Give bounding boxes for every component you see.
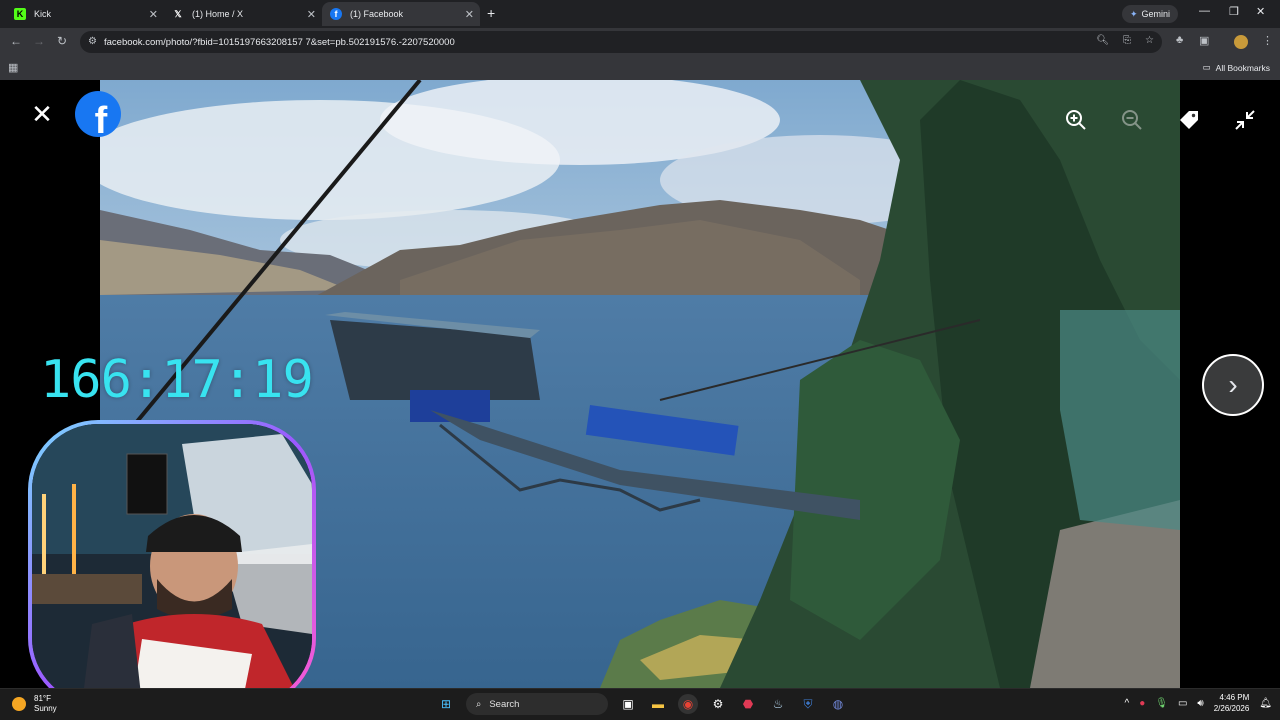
sidepanel-icon[interactable]: ▣ [1199, 34, 1209, 47]
tag-icon[interactable] [1177, 108, 1201, 132]
tab-strip: K Kick ✕ 𝕏 (1) Home / X ✕ f (1) Facebook… [0, 0, 1280, 28]
close-icon[interactable]: ✕ [465, 8, 474, 21]
new-tab-button[interactable]: + [487, 5, 495, 21]
photo-viewer: ✕ f › 166:17:19 [0, 80, 1280, 688]
search-icon: ⌕ [476, 698, 482, 710]
clock[interactable]: 4:46 PM 2/26/2026 [1214, 692, 1250, 714]
chrome-icon[interactable]: ◉ [678, 694, 698, 714]
restore-button[interactable]: ❐ [1229, 5, 1239, 18]
next-photo-button[interactable]: › [1202, 354, 1264, 416]
window-close-button[interactable]: ✕ [1256, 5, 1265, 18]
facebook-logo[interactable]: f [75, 91, 121, 137]
exit-fullscreen-icon[interactable] [1233, 108, 1257, 132]
tray-app-icon[interactable]: ● [1139, 698, 1145, 709]
maps-pin-icon[interactable]: ⬣ [738, 694, 758, 714]
settings-app-icon[interactable]: ⚙ [708, 694, 728, 714]
tab-facebook[interactable]: f (1) Facebook ✕ [322, 2, 480, 26]
kick-icon: K [14, 8, 26, 20]
address-bar[interactable]: ⚙ facebook.com/photo/?fbid=1015197663208… [80, 31, 1162, 53]
network-icon[interactable]: ▭ [1178, 698, 1187, 709]
extensions-icon[interactable]: ♣ [1176, 34, 1183, 46]
all-bookmarks-button[interactable]: ▭ All Bookmarks [1203, 62, 1270, 73]
task-view-icon[interactable]: ▣ [618, 694, 638, 714]
stream-timer: 166:17:19 [40, 350, 314, 410]
windows-taskbar: 81°F Sunny ⊞ ⌕ Search ▣ ▬ ◉ ⚙ ⬣ ♨ ⛨ ◍ ^ … [0, 688, 1280, 720]
x-icon: 𝕏 [174, 8, 182, 19]
bookmarks-bar: ▦ ▭ All Bookmarks [0, 56, 1280, 80]
close-viewer-button[interactable]: ✕ [30, 101, 54, 127]
bookmark-star-icon[interactable]: ☆ [1145, 35, 1154, 46]
zoom-in-icon[interactable] [1064, 108, 1088, 132]
cast-icon[interactable]: ⎘ [1123, 35, 1131, 46]
forward-button[interactable]: → [33, 34, 45, 48]
close-icon[interactable]: ✕ [307, 8, 316, 21]
weather-temperature: 81°F [34, 694, 51, 703]
tab-x[interactable]: 𝕏 (1) Home / X ✕ [164, 2, 322, 26]
chevron-right-icon: › [1228, 369, 1238, 400]
webcam-overlay [28, 420, 316, 688]
zoom-out-icon[interactable] [1120, 108, 1144, 132]
streamer-webcam-image [32, 424, 312, 688]
sun-icon [12, 697, 26, 711]
tab-label: (1) Facebook [350, 9, 404, 19]
volume-icon[interactable]: 🔊︎ [1197, 698, 1203, 709]
back-button[interactable]: ← [10, 34, 22, 48]
facebook-icon: f [330, 8, 342, 20]
profile-avatar[interactable] [1234, 35, 1248, 49]
tab-label: Kick [34, 9, 52, 19]
windows-start-icon[interactable]: ⊞ [436, 694, 456, 714]
weather-widget[interactable]: 81°F Sunny [12, 694, 57, 714]
browser-toolbar: ← → ↻ ⚙ facebook.com/photo/?fbid=1015197… [0, 28, 1280, 56]
tab-kick[interactable]: K Kick ✕ [6, 2, 164, 26]
notifications-icon[interactable]: 🔔︎ [1259, 698, 1272, 709]
menu-icon[interactable]: ⋮ [1262, 34, 1273, 47]
discord-icon[interactable]: ◍ [828, 694, 848, 714]
microphone-icon[interactable]: 🎙︎ [1155, 698, 1168, 709]
browser-chrome: K Kick ✕ 𝕏 (1) Home / X ✕ f (1) Facebook… [0, 0, 1280, 80]
site-info-icon[interactable]: ⚙ [88, 36, 97, 47]
file-explorer-icon[interactable]: ▬ [648, 694, 668, 714]
folder-icon: ▭ [1202, 62, 1211, 72]
reload-button[interactable]: ↻ [57, 34, 67, 48]
show-hidden-icons-icon[interactable]: ^ [1124, 698, 1129, 709]
shield-app-icon[interactable]: ⛨ [798, 694, 818, 714]
clock-time: 4:46 PM [1219, 693, 1250, 702]
url-text: facebook.com/photo/?fbid=101519766320815… [104, 36, 455, 48]
system-tray: ^ ● 🎙︎ ▭ 🔊︎ 4:46 PM 2/26/2026 🔔︎ [1124, 692, 1272, 714]
clock-date: 2/26/2026 [1213, 704, 1250, 713]
close-icon[interactable]: ✕ [149, 8, 158, 21]
tab-label: (1) Home / X [192, 9, 244, 19]
gemini-button[interactable]: ✦ Gemini [1122, 5, 1179, 23]
minimize-button[interactable]: — [1199, 5, 1210, 17]
zoom-icon[interactable]: 🔍︎ [1096, 35, 1109, 46]
weather-description: Sunny [34, 704, 57, 713]
sparkle-icon: ✦ [1130, 8, 1138, 19]
taskbar-search[interactable]: ⌕ Search [466, 693, 608, 715]
steam-icon[interactable]: ♨ [768, 694, 788, 714]
apps-grid-icon[interactable]: ▦ [8, 61, 18, 74]
